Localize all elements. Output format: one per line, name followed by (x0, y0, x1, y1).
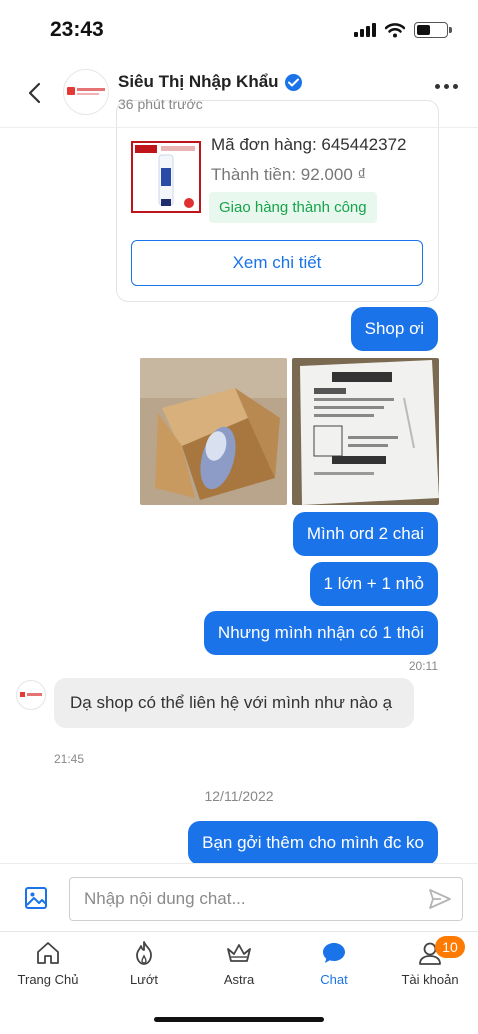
nav-label-home: Trang Chủ (17, 972, 79, 987)
message-input[interactable] (69, 877, 463, 921)
back-button[interactable] (20, 78, 48, 108)
message-timestamp: 20:11 (408, 659, 438, 673)
wifi-icon (385, 22, 405, 37)
message-bubble-outgoing: Shop ơi (350, 307, 438, 351)
nav-item-home[interactable]: Trang Chủ (3, 940, 93, 987)
message-bubble-incoming: Dạ shop có thể liên hệ với mình như nào … (54, 678, 414, 728)
view-details-button[interactable]: Xem chi tiết (131, 240, 423, 286)
shop-avatar-small (16, 680, 46, 710)
verified-check-icon (284, 73, 302, 91)
order-card: Mã đơn hàng: 645442372 Thành tiền: 92.00… (116, 100, 439, 302)
home-icon (37, 942, 59, 964)
message-timestamp: 21:45 (54, 752, 85, 766)
nav-label-astra: Astra (223, 972, 255, 987)
nav-label-feed: Lướt (129, 972, 159, 987)
date-separator: 12/11/2022 (204, 788, 274, 804)
last-seen-text: 36 phút trước (118, 96, 203, 112)
status-time: 23:43 (50, 18, 104, 41)
flame-icon (136, 941, 152, 965)
message-bubble-outgoing: Mình ord 2 chai (292, 512, 438, 556)
crown-icon (227, 944, 251, 962)
cellular-signal-icon (354, 23, 376, 37)
send-button[interactable] (428, 888, 452, 910)
chat-header: Siêu Thị Nhập Khẩu 36 phút trước (0, 60, 478, 128)
photo-box[interactable] (140, 358, 287, 505)
send-icon (429, 889, 451, 909)
image-attach-button[interactable] (24, 886, 48, 910)
nav-label-chat: Chat (320, 972, 348, 987)
photo-label[interactable] (292, 358, 439, 505)
nav-item-account[interactable]: Tài khoản 10 (385, 936, 475, 987)
nav-item-feed[interactable]: Lướt (99, 940, 189, 987)
shop-logo (67, 87, 105, 95)
message-bubble-outgoing: Bạn gởi thêm cho mình đc ko (188, 821, 438, 865)
order-id: Mã đơn hàng: 645442372 (211, 135, 407, 154)
nav-item-chat[interactable]: Chat (289, 940, 379, 987)
image-icon (25, 887, 47, 909)
nav-label-account: Tài khoản (401, 972, 459, 987)
order-total: Thành tiền: 92.000 ₫ (211, 165, 367, 184)
product-thumbnail (131, 141, 201, 213)
shop-title: Siêu Thị Nhập Khẩu (118, 72, 302, 92)
battery-icon (414, 22, 452, 38)
order-status-badge: Giao hàng thành công (209, 192, 377, 223)
chat-bubble-icon (323, 943, 345, 963)
more-options-icon[interactable] (435, 84, 458, 89)
nav-item-astra[interactable]: Astra (194, 940, 284, 987)
message-bubble-outgoing: Nhưng mình nhận có 1 thôi (203, 611, 438, 655)
message-bubble-outgoing: 1 lớn + 1 nhỏ (309, 562, 438, 606)
home-indicator (154, 1017, 324, 1022)
shop-name: Siêu Thị Nhập Khẩu (118, 72, 279, 91)
status-icons (354, 22, 452, 38)
shop-avatar[interactable] (63, 69, 109, 115)
status-bar: 23:43 (0, 0, 478, 60)
chat-input-bar (0, 863, 478, 931)
notification-badge: 10 (435, 936, 465, 958)
chevron-left-icon (28, 82, 41, 104)
